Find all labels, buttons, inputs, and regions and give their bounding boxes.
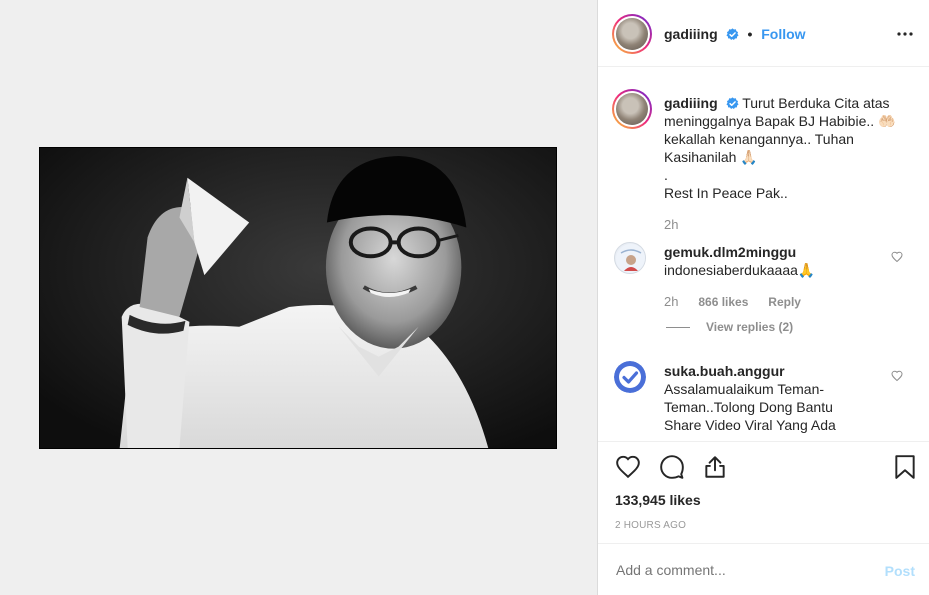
view-replies-button[interactable]: View replies (2) xyxy=(706,320,793,334)
caption-line-6: Rest In Peace Pak.. xyxy=(664,185,788,201)
comment-1-meta: 2h 866 likes Reply xyxy=(664,293,801,309)
pray-emoji: 🙏🏻 xyxy=(740,149,758,165)
comment-input[interactable] xyxy=(616,562,866,578)
comment-icon[interactable] xyxy=(659,454,685,480)
comment-2-username[interactable]: suka.buah.anggur xyxy=(664,363,785,379)
commenter-avatar[interactable] xyxy=(614,242,646,274)
follow-button[interactable]: Follow xyxy=(761,26,805,42)
comment-1-likes[interactable]: 866 likes xyxy=(698,295,748,309)
comment-1-text: indonesiaberdukaaaa xyxy=(664,262,798,278)
bookmark-icon[interactable] xyxy=(892,454,918,480)
header-username[interactable]: gadiiing xyxy=(664,26,718,42)
post-photo[interactable] xyxy=(39,147,557,449)
post-timestamp[interactable]: 2 HOURS AGO xyxy=(615,520,686,531)
comment-1: gemuk.dlm2minggu indonesiaberdukaaaa🙏 xyxy=(664,243,889,279)
likes-count[interactable]: 133,945 likes xyxy=(615,492,701,508)
heart-icon[interactable] xyxy=(891,251,903,263)
heart-icon[interactable] xyxy=(891,370,903,382)
reply-button[interactable]: Reply xyxy=(768,295,801,309)
header-user-row: gadiiing • Follow xyxy=(664,26,806,42)
caption-username[interactable]: gadiiing xyxy=(664,95,718,111)
caption-line-2: meninggalnya Bapak BJ Habibie.. xyxy=(664,113,875,129)
caption-avatar[interactable] xyxy=(612,89,652,129)
info-pane: gadiiing • Follow gadiiing Turut Berduka… xyxy=(598,0,929,595)
verified-icon xyxy=(725,28,739,41)
comment-2-text-line-1: Assalamualaikum Teman- xyxy=(664,381,825,397)
praying-hands-emoji: 🤲🏻 xyxy=(878,113,896,129)
more-horizontal-icon[interactable] xyxy=(897,31,913,37)
replies-line xyxy=(666,327,690,328)
media-pane xyxy=(0,0,597,595)
heart-icon[interactable] xyxy=(615,454,641,480)
comment-1-username[interactable]: gemuk.dlm2minggu xyxy=(664,244,796,260)
caption-line-4: Kasihanilah xyxy=(664,149,737,165)
pray-emoji: 🙏 xyxy=(797,262,816,278)
header-separator: • xyxy=(747,26,753,42)
caption-line-3: kekallah kenangannya.. Tuhan xyxy=(664,131,854,147)
caption: gadiiing Turut Berduka Cita atas meningg… xyxy=(664,94,914,202)
comment-1-time[interactable]: 2h xyxy=(664,294,678,309)
comment-2-text-line-2: Teman..Tolong Dong Bantu xyxy=(664,399,833,415)
caption-time[interactable]: 2h xyxy=(664,217,678,232)
comment-2-text-line-3: Share Video Viral Yang Ada xyxy=(664,417,836,433)
comment-2: suka.buah.anggur Assalamualaikum Teman- … xyxy=(664,362,889,434)
caption-line-1: Turut Berduka Cita atas xyxy=(742,95,890,111)
post-header: gadiiing • Follow xyxy=(598,0,929,67)
verified-icon xyxy=(725,97,739,110)
caption-line-5: . xyxy=(664,167,668,183)
author-avatar[interactable] xyxy=(612,14,652,54)
commenter-avatar[interactable] xyxy=(614,361,646,393)
share-icon[interactable] xyxy=(702,454,728,480)
post-button[interactable]: Post xyxy=(885,563,915,579)
comment-box: Post xyxy=(598,543,929,595)
post-photo-image xyxy=(40,148,556,448)
